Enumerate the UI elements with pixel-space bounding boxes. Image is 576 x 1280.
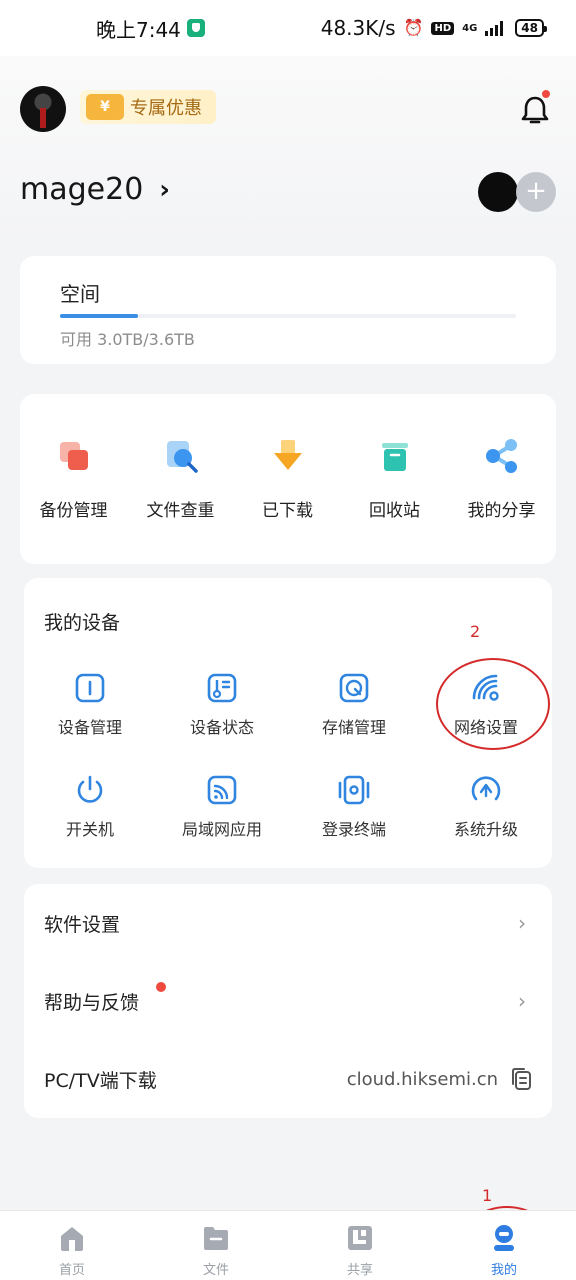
nav-label: 我的 xyxy=(490,1263,517,1278)
status-time: 晚上7:44 xyxy=(96,17,181,42)
device-action-label: 局域网应用 xyxy=(181,820,262,839)
pc-tv-download-row[interactable]: PC/TV端下载 cloud.hiksemi.cn xyxy=(24,1040,552,1118)
storage-manage-button[interactable]: 存储管理 xyxy=(288,672,420,774)
device-action-label: 开关机 xyxy=(65,820,114,839)
tools-row: 备份管理 文件查重 已下载 回收站 我的分享 xyxy=(20,438,556,521)
signal-type: 4G xyxy=(462,22,478,34)
tool-recycle-bin[interactable]: 回收站 xyxy=(341,438,448,521)
nav-shared[interactable]: 共享 xyxy=(288,1211,432,1280)
notification-dot xyxy=(156,982,166,992)
bell-icon[interactable] xyxy=(520,90,550,126)
hd-badge: HD xyxy=(431,21,455,35)
device-status-icon xyxy=(207,673,237,703)
software-settings-row[interactable]: 软件设置 › xyxy=(24,884,552,962)
device-action-label: 设备状态 xyxy=(189,718,254,737)
device-manage-button[interactable]: 设备管理 xyxy=(24,672,156,774)
device-actions-row: 开关机 局域网应用 登录终端 系统升级 xyxy=(24,774,552,876)
system-upgrade-button[interactable]: 系统升级 xyxy=(420,774,552,876)
nav-files[interactable]: 文件 xyxy=(144,1211,288,1280)
tool-label: 文件查重 xyxy=(146,501,215,521)
shield-icon xyxy=(186,19,205,37)
storage-space-card[interactable]: 空间 可用 3.0TB/3.6TB xyxy=(20,256,556,364)
tool-label: 已下载 xyxy=(262,501,313,521)
alarm-icon: ⏰ xyxy=(403,18,424,37)
backup-icon xyxy=(59,442,88,470)
bottom-navigation: 首页 文件 共享 我的 xyxy=(0,1210,576,1280)
devices-title: 我的设备 xyxy=(44,612,121,634)
net-speed: 48.3K/s xyxy=(320,16,396,40)
settings-card: 软件设置 › 帮助与反馈 › PC/TV端下载 cloud.hiksemi.cn xyxy=(24,884,552,1118)
annotation-number-1: 1 xyxy=(482,1186,493,1205)
tool-backup[interactable]: 备份管理 xyxy=(20,438,127,521)
share-icon xyxy=(485,439,517,473)
copy-icon[interactable] xyxy=(510,1067,532,1091)
tool-label: 我的分享 xyxy=(467,501,536,521)
download-url: cloud.hiksemi.cn xyxy=(346,1068,498,1090)
nav-profile[interactable]: 我的 xyxy=(432,1211,576,1280)
promo-label: 专属优惠 xyxy=(130,98,202,119)
space-progress-bar xyxy=(60,314,516,318)
status-right: 48.3K/s ⏰ HD 4G 48 xyxy=(320,16,547,40)
device-status-button[interactable]: 设备状态 xyxy=(156,672,288,774)
avatar[interactable] xyxy=(20,86,66,132)
lan-apps-icon xyxy=(207,775,237,805)
downloaded-icon xyxy=(273,440,302,470)
space-usage-text: 可用 3.0TB/3.6TB xyxy=(60,330,195,349)
power-button[interactable]: 开关机 xyxy=(24,774,156,876)
coupon-icon: ¥ xyxy=(86,94,124,120)
tool-share[interactable]: 我的分享 xyxy=(448,438,555,521)
profile-icon xyxy=(494,1225,514,1251)
chevron-right-icon: › xyxy=(159,174,170,205)
recycle-bin-icon xyxy=(381,443,408,471)
login-terminal-icon xyxy=(338,775,370,805)
pc-tv-download-label: PC/TV端下载 xyxy=(44,1069,157,1092)
tool-file-dedupe[interactable]: 文件查重 xyxy=(127,438,234,521)
lan-apps-button[interactable]: 局域网应用 xyxy=(156,774,288,876)
login-terminal-button[interactable]: 登录终端 xyxy=(288,774,420,876)
tool-label: 备份管理 xyxy=(39,501,108,521)
power-icon xyxy=(77,775,103,803)
device-action-label: 登录终端 xyxy=(321,820,386,839)
tool-downloaded[interactable]: 已下载 xyxy=(234,438,341,521)
help-feedback-label: 帮助与反馈 xyxy=(44,991,140,1014)
nav-home[interactable]: 首页 xyxy=(0,1211,144,1280)
space-title: 空间 xyxy=(60,282,100,306)
home-icon xyxy=(61,1227,83,1251)
nav-label: 共享 xyxy=(346,1263,373,1278)
tools-card: 备份管理 文件查重 已下载 回收站 我的分享 xyxy=(20,394,556,564)
system-upgrade-icon xyxy=(471,776,501,801)
username: mage20 xyxy=(20,172,144,207)
battery-icon: 48 xyxy=(515,19,547,37)
annotation-ellipse-network xyxy=(436,658,550,750)
bell-glyph xyxy=(521,96,549,124)
username-link[interactable]: mage20 › xyxy=(20,172,170,207)
nav-label: 首页 xyxy=(58,1263,85,1278)
folder-icon xyxy=(204,1227,228,1250)
device-manage-icon xyxy=(75,673,105,703)
help-feedback-row[interactable]: 帮助与反馈 › xyxy=(24,962,552,1040)
promo-badge[interactable]: ¥ 专属优惠 xyxy=(80,90,216,124)
signal-icon xyxy=(485,21,504,36)
notification-dot xyxy=(542,90,550,98)
storage-manage-icon xyxy=(339,673,369,703)
file-dedupe-icon xyxy=(166,441,198,473)
status-left: 晚上7:44 xyxy=(96,14,205,43)
chevron-right-icon: › xyxy=(518,989,526,1013)
software-settings-label: 软件设置 xyxy=(44,913,121,936)
nav-label: 文件 xyxy=(202,1263,229,1278)
profile-header: ¥ 专属优惠 mage20 › + xyxy=(0,56,576,240)
add-device-button[interactable]: + xyxy=(516,172,556,212)
device-avatar[interactable] xyxy=(478,172,518,212)
status-bar: 晚上7:44 48.3K/s ⏰ HD 4G 48 xyxy=(0,0,576,56)
device-action-label: 存储管理 xyxy=(321,718,386,737)
annotation-number-2: 2 xyxy=(470,622,481,641)
device-action-label: 系统升级 xyxy=(453,820,518,839)
shared-icon xyxy=(348,1226,372,1250)
device-action-label: 设备管理 xyxy=(57,718,122,737)
chevron-right-icon: › xyxy=(518,911,526,935)
space-progress-fill xyxy=(60,314,138,318)
tool-label: 回收站 xyxy=(369,501,420,521)
